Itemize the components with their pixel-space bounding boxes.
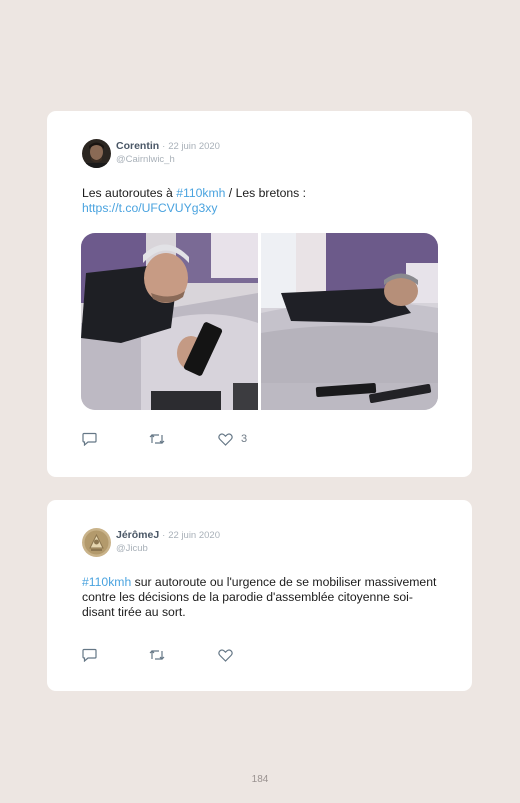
media-photo-left[interactable] — [81, 233, 258, 410]
hashtag-link[interactable]: #110kmh — [176, 186, 225, 200]
text-segment: / Les bretons : — [225, 186, 307, 200]
reply-icon — [82, 648, 97, 662]
tweet-text: #110kmh sur autoroute ou l'urgence de se… — [82, 575, 442, 620]
author-name[interactable]: JérômeJ — [116, 529, 159, 541]
page-number: 184 — [251, 774, 269, 785]
reply-button[interactable] — [82, 432, 97, 446]
reply-icon — [82, 432, 97, 446]
tweet-date[interactable]: 22 juin 2020 — [168, 530, 220, 541]
separator: · — [162, 530, 166, 541]
avatar[interactable] — [82, 139, 111, 168]
tweet-date[interactable]: 22 juin 2020 — [168, 141, 220, 152]
retweet-icon — [149, 432, 165, 446]
hashtag-link[interactable]: #110kmh — [82, 575, 131, 589]
media-photo-right[interactable] — [261, 233, 438, 410]
author-meta: Corentin · 22 juin 2020 @Cairnlwic_h — [116, 140, 220, 166]
separator: · — [162, 141, 166, 152]
retweet-button[interactable] — [149, 432, 165, 446]
heart-icon — [218, 648, 233, 662]
retweet-icon — [149, 648, 165, 662]
tweet-card: JérômeJ · 22 juin 2020 @Jicub #110kmh su… — [47, 500, 472, 691]
author-name[interactable]: Corentin — [116, 140, 159, 152]
author-handle[interactable]: @Jicub — [116, 542, 220, 555]
like-count: 3 — [241, 433, 248, 445]
like-button[interactable]: 3 — [218, 432, 247, 446]
text-segment: Les autoroutes à — [82, 186, 177, 200]
tweet-text: Les autoroutes à #110kmh / Les bretons :… — [82, 186, 442, 216]
heart-icon — [218, 432, 233, 446]
author-meta: JérômeJ · 22 juin 2020 @Jicub — [116, 529, 220, 555]
url-link[interactable]: https://t.co/UFCVUYg3xy — [82, 201, 217, 215]
like-button[interactable] — [218, 648, 233, 662]
retweet-button[interactable] — [149, 648, 165, 662]
tweet-media[interactable] — [81, 233, 438, 410]
text-segment: sur autoroute ou l'urgence de se mobilis… — [82, 575, 437, 619]
reply-button[interactable] — [82, 648, 97, 662]
tweet-card: Corentin · 22 juin 2020 @Cairnlwic_h Les… — [47, 111, 472, 477]
author-handle[interactable]: @Cairnlwic_h — [116, 153, 220, 166]
avatar[interactable] — [82, 528, 111, 557]
